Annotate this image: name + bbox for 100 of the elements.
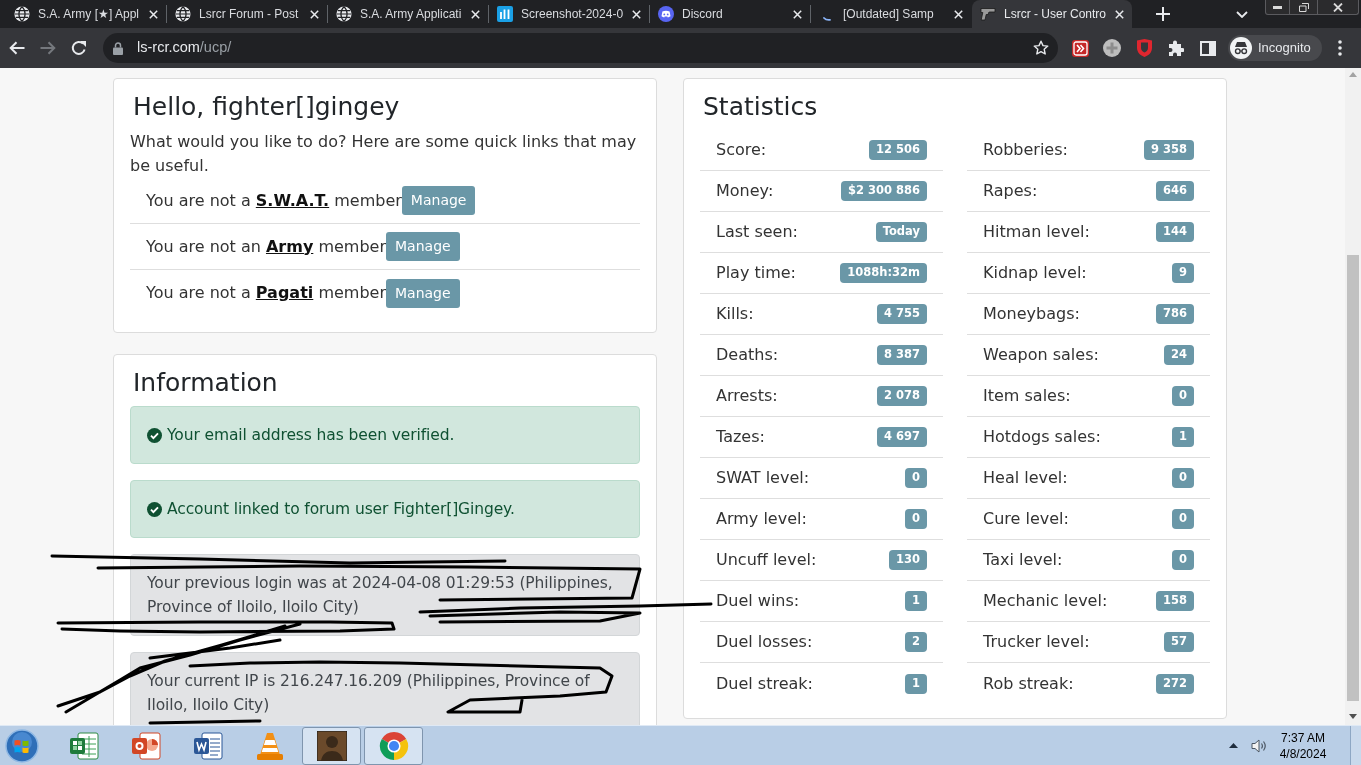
stat-value: 786 [1156,304,1194,324]
restore-button[interactable] [1290,0,1318,15]
tray-expand-icon[interactable] [1229,743,1238,748]
globe-icon [175,6,191,22]
stat-label: Last seen: [716,221,798,243]
stat-label: Arrests: [716,385,778,407]
loading-spinner-icon [823,17,831,21]
stat-value: 9 [1172,263,1194,283]
profile-label: Incognito [1258,39,1311,58]
alert-text: Your previous login was at 2024-04-08 01:29:53 (Philippines, Province of Iloilo, Iloilo City) [147,573,614,618]
stat-value: $2 300 886 [840,181,927,201]
stat-label: Cure level: [983,508,1069,530]
stat-label: Trucker level: [983,631,1090,653]
profile-pill[interactable]: Incognito [1228,35,1322,61]
browser-tab[interactable]: Lsrcr Forum - Post [167,0,327,28]
stat-label: Hotdogs sales: [983,426,1101,448]
stat-label: Mechanic level: [983,590,1108,612]
stat-value: Today [875,222,927,242]
alert-text: Account linked to forum user Fighter[]Gingey. [167,499,515,520]
membership-text: You are not a Pagati member [146,282,386,304]
stat-label: Uncuff level: [716,549,817,571]
scrollbar-thumb[interactable] [1347,255,1359,701]
start-button[interactable] [4,727,40,764]
stat-value: 9 358 [1144,140,1194,160]
stat-label: Army level: [716,508,807,530]
check-circle-icon [147,427,162,443]
bookmark-star-icon[interactable] [1033,40,1049,56]
url-text: ls-rcr.com/ucp/ [137,38,232,58]
stat-value: 24 [1164,345,1194,365]
alert-text: Your current IP is 216.247.16.209 (Philippines, Province of Iloilo, Iloilo City) [147,671,591,716]
card-title: Hello, fighter[]gingey [132,91,401,123]
globe-icon [336,6,352,22]
address-bar[interactable]: ls-rcr.com/ucp/ [103,33,1058,63]
stat-label: Rob streak: [983,672,1074,695]
browser-tab[interactable]: Screenshot-2024-0 [489,0,649,28]
lock-icon [113,41,123,55]
stat-label: Heal level: [983,467,1068,489]
stat-label: Play time: [716,262,796,284]
site-logo-icon [497,6,513,22]
clock-date: 4/8/2024 [1279,745,1327,762]
stat-value: 1 [1172,427,1194,447]
stat-label: Deaths: [716,344,779,366]
tab-title: Lsrcr Forum - Post [199,6,300,23]
stat-value: 4 697 [877,427,927,447]
browser-tab[interactable]: S.A. Army Applicati [328,0,488,28]
tab-title: S.A. Army [★] Appl [38,6,141,23]
stat-label: Robberies: [983,139,1068,161]
intro-text: What would you like to do? Here are some quick links that may be useful. [130,131,638,177]
browser-tab[interactable]: Lsrcr - User Contro [972,0,1132,28]
globe-icon [14,6,30,22]
portrait-app-icon[interactable] [302,726,361,765]
stat-value: 130 [889,550,927,570]
stat-label: Item sales: [983,385,1071,407]
gamepad-logo-icon [658,6,674,22]
minimize-button[interactable] [1265,0,1290,15]
stat-value: 0 [1172,386,1194,406]
stat-label: Kidnap level: [983,262,1087,284]
tab-title: [Outdated] Samp [843,6,935,23]
scroll-down-arrow-icon[interactable] [1349,714,1357,719]
tab-title: S.A. Army Applicati [360,6,463,23]
check-circle-icon [147,501,162,517]
tab-title: Discord [682,6,724,23]
stat-value: 2 [905,632,927,652]
stat-value: 57 [1164,632,1194,652]
stat-label: Duel streak: [716,672,813,695]
group-link[interactable]: Pagati [255,283,314,302]
stat-label: Hitman level: [983,221,1090,243]
stat-label: SWAT level: [716,467,810,489]
stat-label: Tazes: [716,426,765,448]
stat-value: 2 078 [877,386,927,406]
stat-value: 1088h:32m [840,263,927,283]
tab-title: Lsrcr - User Contro [1004,6,1108,23]
restore-icon [1298,2,1309,12]
group-link[interactable]: Army [265,236,314,256]
stat-value: 0 [905,468,927,488]
stat-label: Money: [716,180,774,202]
stat-value: 0 [1172,468,1194,488]
membership-text: You are not a S.W.A.T. member [146,189,402,212]
card-title: Information [132,367,279,399]
minimize-icon [1273,5,1282,9]
stat-value: 12 506 [869,140,927,160]
close-window-button[interactable] [1318,0,1359,15]
membership-text: You are not an Army member [146,235,386,258]
browser-tab[interactable]: S.A. Army [★] Appl [6,0,166,28]
tab-title: Screenshot-2024-0 [521,6,625,23]
stat-label: Duel wins: [716,590,800,612]
speaker-icon[interactable] [1251,738,1267,753]
stat-value: 0 [905,509,927,529]
clock-time: 7:37 AM [1281,729,1325,746]
close-icon [1333,2,1343,12]
stat-label: Rapes: [983,180,1038,202]
incognito-icon [1230,37,1252,59]
group-link[interactable]: S.W.A.T. [255,190,330,210]
stat-label: Kills: [716,303,754,325]
browser-tab[interactable]: [Outdated] Samp [811,0,971,28]
stat-value: 0 [1172,550,1194,570]
browser-tab[interactable]: Discord [650,0,810,28]
stat-value: 4 755 [877,304,927,324]
stat-label: Weapon sales: [983,344,1099,366]
stat-value: 158 [1156,591,1194,611]
